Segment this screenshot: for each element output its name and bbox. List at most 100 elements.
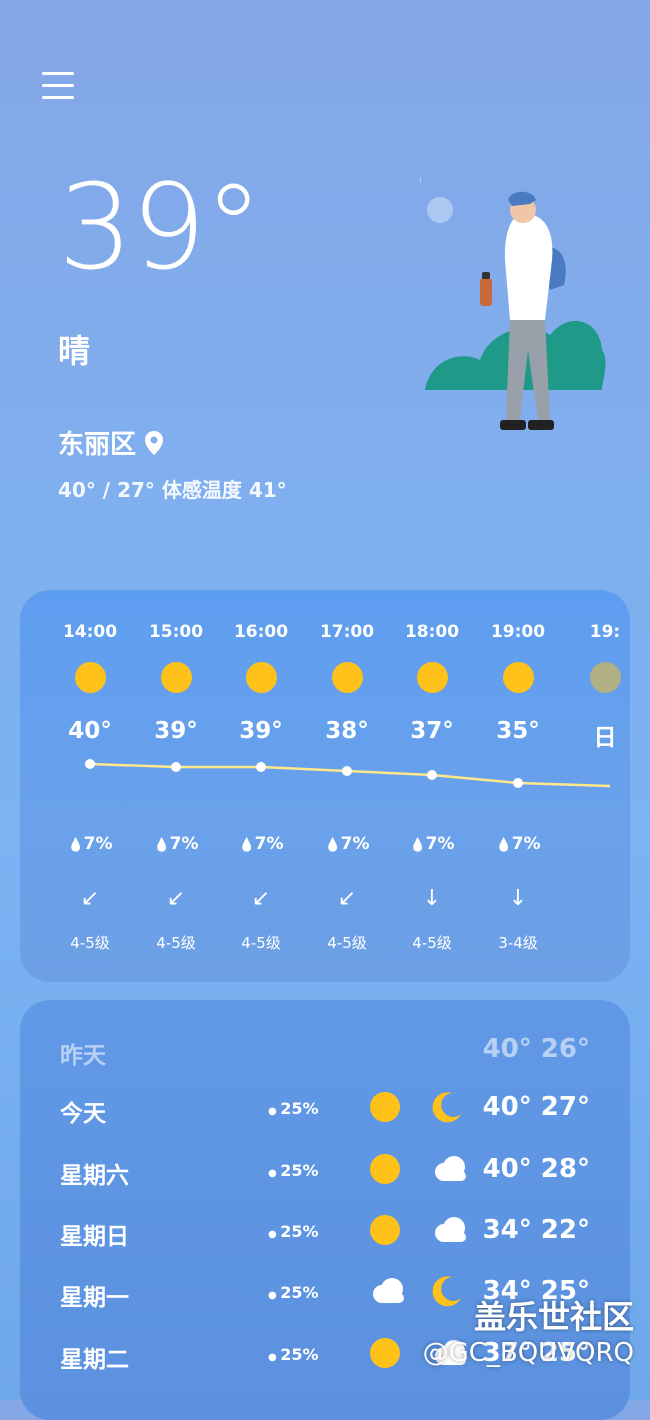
hour-time: 18:00 xyxy=(404,622,460,642)
day-temperatures: 40° 26° xyxy=(482,1034,590,1064)
sun-icon xyxy=(368,1090,402,1124)
wind-level: 4-5级 xyxy=(241,934,281,952)
hour-time: 14:00 xyxy=(62,622,118,642)
day-rain-chance: ● 25% xyxy=(268,1345,319,1364)
raindrop-icon: 💧 xyxy=(238,838,255,853)
hour-time: 19: xyxy=(589,622,621,642)
hi-lo-feels-like: 40° / 27° 体感温度 41° xyxy=(58,478,287,502)
rain-value: 25% xyxy=(280,1099,319,1118)
wind-direction-icon: ↙ xyxy=(80,886,100,911)
raindrop-icon: 💧 xyxy=(495,838,512,853)
day-temperatures: 40° 27° xyxy=(482,1092,590,1122)
day-name: 星期一 xyxy=(60,1285,129,1311)
cloud-icon xyxy=(368,1274,404,1308)
hour-time: 15:00 xyxy=(148,622,204,642)
hour-rain-chance: 💧7% xyxy=(475,834,561,854)
wind-level: 4-5级 xyxy=(70,934,110,952)
hour-temperature: 38° xyxy=(325,718,369,744)
hour-rain-chance: 💧7% xyxy=(218,834,304,854)
hour-rain-chance: 💧7% xyxy=(389,834,475,854)
menu-icon[interactable] xyxy=(42,72,74,100)
rain-value: 25% xyxy=(280,1161,319,1180)
sun-icon xyxy=(246,662,277,693)
wind-level: 3-4级 xyxy=(498,934,538,952)
raindrop-icon: 💧 xyxy=(153,838,170,853)
wind-level: 4-5级 xyxy=(327,934,367,952)
rain-value: 7% xyxy=(83,834,113,854)
watermark: 盖乐世社区 @GC_BQUVQRQ xyxy=(423,1292,634,1368)
day-temperatures: 34° 22° xyxy=(482,1215,590,1245)
location[interactable]: 东丽区 xyxy=(58,424,164,461)
raindrop-icon: ● xyxy=(268,1168,281,1179)
daily-row[interactable]: 星期日 ● 25% 34° 22° xyxy=(20,1207,630,1257)
day-name: 星期日 xyxy=(60,1224,129,1250)
sun-icon xyxy=(368,1336,402,1370)
day-name: 星期六 xyxy=(60,1163,129,1189)
hour-time: 16:00 xyxy=(233,622,289,642)
hour-time: 19:00 xyxy=(490,622,546,642)
weather-condition: 晴 xyxy=(58,332,91,370)
location-pin-icon xyxy=(145,430,164,455)
rain-value: 25% xyxy=(280,1222,319,1241)
wind-direction-icon: ↙ xyxy=(337,886,357,911)
wind-direction-icon: ↓ xyxy=(422,886,442,911)
hour-temperature: 37° xyxy=(410,718,454,744)
rain-value: 25% xyxy=(280,1283,319,1302)
sunset-icon xyxy=(590,662,621,693)
hour-rain-chance: 💧7% xyxy=(304,834,390,854)
rain-value: 7% xyxy=(340,834,370,854)
raindrop-icon: ● xyxy=(268,1106,281,1117)
raindrop-icon: 💧 xyxy=(67,838,84,853)
moon-icon xyxy=(430,1090,470,1124)
sun-icon xyxy=(332,662,363,693)
sun-icon xyxy=(417,662,448,693)
day-rain-chance: ● 25% xyxy=(268,1099,319,1118)
cloud-icon xyxy=(430,1213,470,1247)
day-rain-chance: ● 25% xyxy=(268,1283,319,1302)
hour-rain-chance: 💧7% xyxy=(133,834,219,854)
rain-value: 7% xyxy=(254,834,284,854)
rain-value: 7% xyxy=(511,834,541,854)
raindrop-icon: ● xyxy=(268,1290,281,1301)
day-name: 今天 xyxy=(60,1101,106,1127)
wind-level: 4-5级 xyxy=(412,934,452,952)
daily-row[interactable]: 昨天 40° 26° xyxy=(20,1026,630,1076)
day-name: 昨天 xyxy=(60,1043,106,1069)
watermark-handle: @GC_BQUVQRQ xyxy=(422,1338,634,1368)
day-temperatures: 40° 28° xyxy=(482,1154,590,1184)
daily-row[interactable]: 星期六 ● 25% 40° 28° xyxy=(20,1146,630,1196)
sun-icon xyxy=(368,1213,402,1247)
wind-direction-icon: ↙ xyxy=(251,886,271,911)
raindrop-icon: 💧 xyxy=(324,838,341,853)
wind-direction-icon: ↙ xyxy=(166,886,186,911)
hour-temperature: 39° xyxy=(154,718,198,744)
hour-temperature: 39° xyxy=(239,718,283,744)
hour-rain-chance: 💧7% xyxy=(47,834,133,854)
raindrop-icon: ● xyxy=(268,1229,281,1240)
day-name: 星期二 xyxy=(60,1347,129,1373)
raindrop-icon: 💧 xyxy=(409,838,426,853)
sun-icon xyxy=(161,662,192,693)
hour-temperature: 35° xyxy=(496,718,540,744)
rain-value: 25% xyxy=(280,1345,319,1364)
sun-icon xyxy=(75,662,106,693)
sun-icon xyxy=(368,1152,402,1186)
rain-value: 7% xyxy=(169,834,199,854)
rain-value: 7% xyxy=(425,834,455,854)
wind-direction-icon: ↓ xyxy=(508,886,528,911)
day-rain-chance: ● 25% xyxy=(268,1161,319,1180)
watermark-title: 盖乐世社区 xyxy=(473,1298,634,1336)
hour-temperature: 40° xyxy=(68,718,112,744)
hour-temperature: 日 xyxy=(593,725,617,751)
wind-level: 4-5级 xyxy=(156,934,196,952)
raindrop-icon: ● xyxy=(268,1352,281,1363)
cloud-icon xyxy=(430,1152,470,1186)
current-temperature: 39° xyxy=(58,158,263,296)
daily-row[interactable]: 今天 ● 25% 40° 27° xyxy=(20,1084,630,1134)
weather-illustration xyxy=(420,176,606,430)
day-rain-chance: ● 25% xyxy=(268,1222,319,1241)
hour-time: 17:00 xyxy=(319,622,375,642)
hourly-forecast-card[interactable]: 14:00 40° 💧7% ↙ 4-5级 15:00 39° 💧7% ↙ 4-5级 16:00 39°… xyxy=(20,590,630,982)
sun-icon xyxy=(503,662,534,693)
location-name: 东丽区 xyxy=(58,430,137,460)
